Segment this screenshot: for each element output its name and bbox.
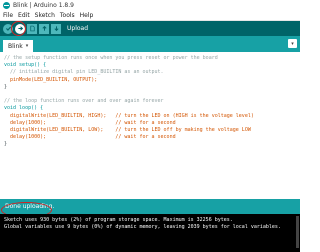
code-line: void setup() { — [4, 62, 47, 69]
code-line: pinMode(LED_BUILTIN, OUTPUT); — [4, 76, 98, 83]
save-sketch-button[interactable] — [51, 23, 61, 34]
menu-help[interactable]: Help — [80, 12, 94, 19]
code-line: // initialize digital pin LED_BUILTIN as… — [4, 69, 164, 76]
menu-file[interactable]: File — [3, 12, 13, 19]
tab-blink[interactable]: Blink ▾ — [3, 40, 34, 52]
code-line: delay(1000); // wait for a second — [4, 119, 176, 126]
console-output[interactable]: Sketch uses 930 bytes (2%) of program st… — [0, 214, 300, 252]
code-line: } — [4, 83, 8, 90]
tab-label: Blink — [8, 42, 23, 50]
code-line: } — [4, 141, 8, 148]
code-line: digitalWrite(LED_BUILTIN, LOW); // turn … — [4, 126, 251, 133]
code-line: // the setup function runs once when you… — [4, 55, 218, 61]
code-line: // the loop function runs over and over … — [4, 98, 164, 105]
toolbar-action-label: Upload — [67, 25, 89, 32]
menu-tools[interactable]: Tools — [60, 12, 75, 19]
menu-sketch[interactable]: Sketch — [35, 12, 55, 19]
menu-edit[interactable]: Edit — [18, 12, 30, 19]
menu-bar: File Edit Sketch Tools Help — [0, 11, 300, 21]
console-scrollbar[interactable] — [296, 216, 299, 248]
new-file-icon — [29, 25, 35, 32]
tab-strip: Blink ▾ ▾ — [0, 36, 300, 52]
arrow-up-icon — [41, 25, 47, 31]
open-sketch-button[interactable] — [39, 23, 49, 34]
new-sketch-button[interactable] — [27, 23, 37, 34]
window-titlebar: Blink | Arduino 1.8.9 — [0, 0, 300, 11]
window-title: Blink | Arduino 1.8.9 — [13, 2, 74, 9]
arrow-down-icon — [53, 26, 59, 32]
code-line: digitalWrite(LED_BUILTIN, HIGH); // turn… — [4, 112, 254, 119]
arduino-logo-icon — [3, 2, 10, 9]
toolbar: Upload — [0, 21, 300, 36]
tab-menu-button[interactable]: ▾ — [288, 39, 297, 48]
upload-button-highlight — [11, 21, 26, 36]
chevron-down-icon: ▾ — [291, 40, 294, 47]
code-editor[interactable]: // the setup function runs once when you… — [0, 52, 300, 199]
chevron-down-icon: ▾ — [25, 43, 29, 49]
code-line: void loop() { — [4, 105, 44, 112]
console-line: Sketch uses 930 bytes (2%) of program st… — [4, 217, 233, 223]
code-line: delay(1000); // wait for a second — [4, 134, 176, 141]
console-line: Global variables use 9 bytes (0%) of dyn… — [4, 224, 281, 230]
